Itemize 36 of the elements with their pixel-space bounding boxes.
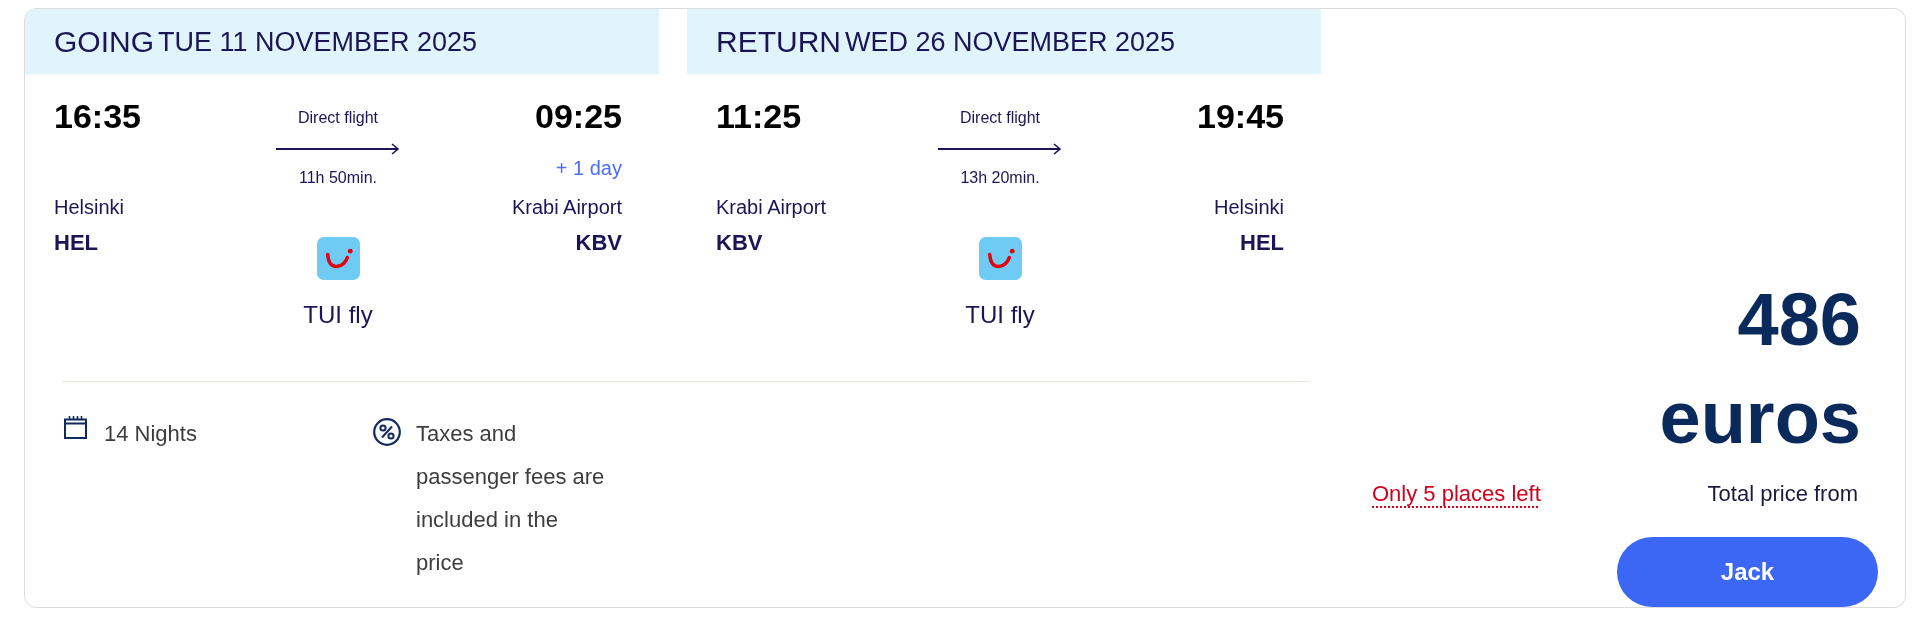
leg-date: WED 26 NOVEMBER 2025	[845, 25, 1176, 59]
arrival-city: Helsinki	[1213, 195, 1284, 220]
departure-code: KBV	[716, 229, 763, 257]
price-currency: euros	[1659, 376, 1861, 460]
arrival-code: HEL	[1240, 229, 1284, 257]
price-amount: 486	[1737, 278, 1861, 362]
airline-name: TUI fly	[965, 300, 1035, 330]
smile-logo-icon	[978, 237, 1022, 280]
nights-label: 14 Nights	[104, 420, 197, 448]
smile-logo-icon	[316, 237, 360, 280]
airline-name: TUI fly	[303, 300, 373, 330]
percent-icon	[373, 418, 401, 446]
book-button[interactable]: Jack	[1617, 537, 1878, 607]
arrival-time: 09:25	[535, 96, 622, 136]
departure-time: 16:35	[54, 96, 141, 136]
calendar-icon	[64, 416, 87, 439]
arrow-icon	[938, 143, 1062, 155]
price-label: Total price from	[1707, 480, 1858, 508]
arrival-time: 19:45	[1197, 96, 1284, 136]
flight-duration: 13h 20min.	[960, 168, 1040, 188]
flight-type-label: Direct flight	[298, 108, 378, 128]
arrow-icon	[276, 143, 400, 155]
day-offset: + 1 day	[555, 156, 622, 181]
arrival-city: Krabi Airport	[511, 195, 622, 220]
departure-time: 11:25	[716, 96, 802, 136]
fees-note: Taxes and passenger fees are included in the price	[416, 420, 606, 577]
departure-city: Helsinki	[54, 195, 125, 220]
leg-date: TUE 11 NOVEMBER 2025	[158, 25, 478, 59]
flight-duration: 11h 50min.	[299, 168, 377, 188]
arrival-code: KBV	[575, 229, 622, 257]
leg-direction: RETURN	[716, 23, 841, 60]
flight-type-label: Direct flight	[960, 108, 1040, 128]
departure-city: Krabi Airport	[716, 195, 827, 220]
leg-direction: GOING	[54, 23, 154, 60]
availability-warning: Only 5 places left	[1372, 480, 1541, 508]
departure-code: HEL	[54, 229, 98, 257]
